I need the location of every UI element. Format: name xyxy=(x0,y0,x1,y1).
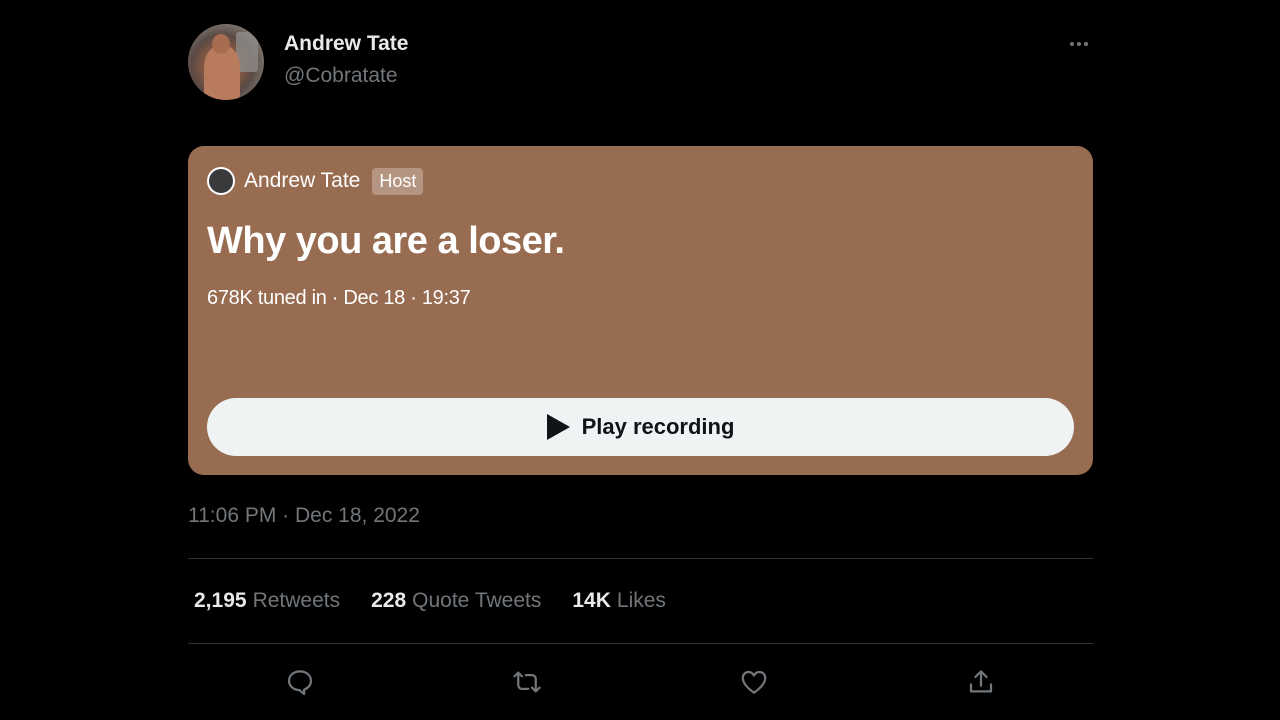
likes-stat[interactable]: 14K Likes xyxy=(572,589,666,613)
space-host-row: Andrew Tate Host xyxy=(207,165,424,197)
author-avatar[interactable] xyxy=(188,24,264,100)
space-title: Why you are a loser. xyxy=(207,220,565,262)
more-dot xyxy=(1077,42,1081,46)
more-horizontal-icon[interactable] xyxy=(1065,36,1093,52)
space-card[interactable]: Andrew Tate Host Why you are a loser. 67… xyxy=(188,146,1093,475)
retweet-icon[interactable] xyxy=(507,662,547,702)
likes-count: 14K xyxy=(572,589,611,612)
likes-label: Likes xyxy=(616,589,666,612)
author-name[interactable]: Andrew Tate xyxy=(284,32,408,56)
quote-tweets-stat[interactable]: 228 Quote Tweets xyxy=(371,589,541,613)
avatar-figure-body xyxy=(204,46,240,100)
retweets-count: 2,195 xyxy=(194,589,247,612)
play-icon xyxy=(546,414,570,440)
host-badge: Host xyxy=(372,167,424,195)
author-handle[interactable]: @Cobratate xyxy=(284,64,398,88)
tweet-stats: 2,195 Retweets 228 Quote Tweets 14K Like… xyxy=(194,589,697,613)
retweets-label: Retweets xyxy=(252,589,341,612)
quote-tweets-count: 228 xyxy=(371,589,407,612)
host-avatar xyxy=(207,167,235,195)
tweet-detail: Andrew Tate @Cobratate Andrew Tate Host … xyxy=(188,0,1093,720)
like-icon[interactable] xyxy=(734,662,774,702)
play-recording-label: Play recording xyxy=(581,414,735,439)
host-name: Andrew Tate xyxy=(244,169,361,192)
tweet-actions xyxy=(188,662,1093,702)
share-icon[interactable] xyxy=(961,662,1001,702)
reply-icon[interactable] xyxy=(280,662,320,702)
more-dot xyxy=(1070,42,1074,46)
tweet-timestamp[interactable]: 11:06 PM · Dec 18, 2022 xyxy=(188,504,420,528)
divider xyxy=(188,558,1093,559)
space-meta: 678K tuned in · Dec 18 · 19:37 xyxy=(207,287,471,309)
tweet-header: Andrew Tate @Cobratate xyxy=(188,24,1093,102)
more-dot xyxy=(1084,42,1088,46)
divider xyxy=(188,643,1093,644)
retweets-stat[interactable]: 2,195 Retweets xyxy=(194,589,340,613)
play-recording-button[interactable]: Play recording xyxy=(207,398,1074,456)
quote-tweets-label: Quote Tweets xyxy=(412,589,542,612)
avatar-figure-head xyxy=(212,34,230,54)
